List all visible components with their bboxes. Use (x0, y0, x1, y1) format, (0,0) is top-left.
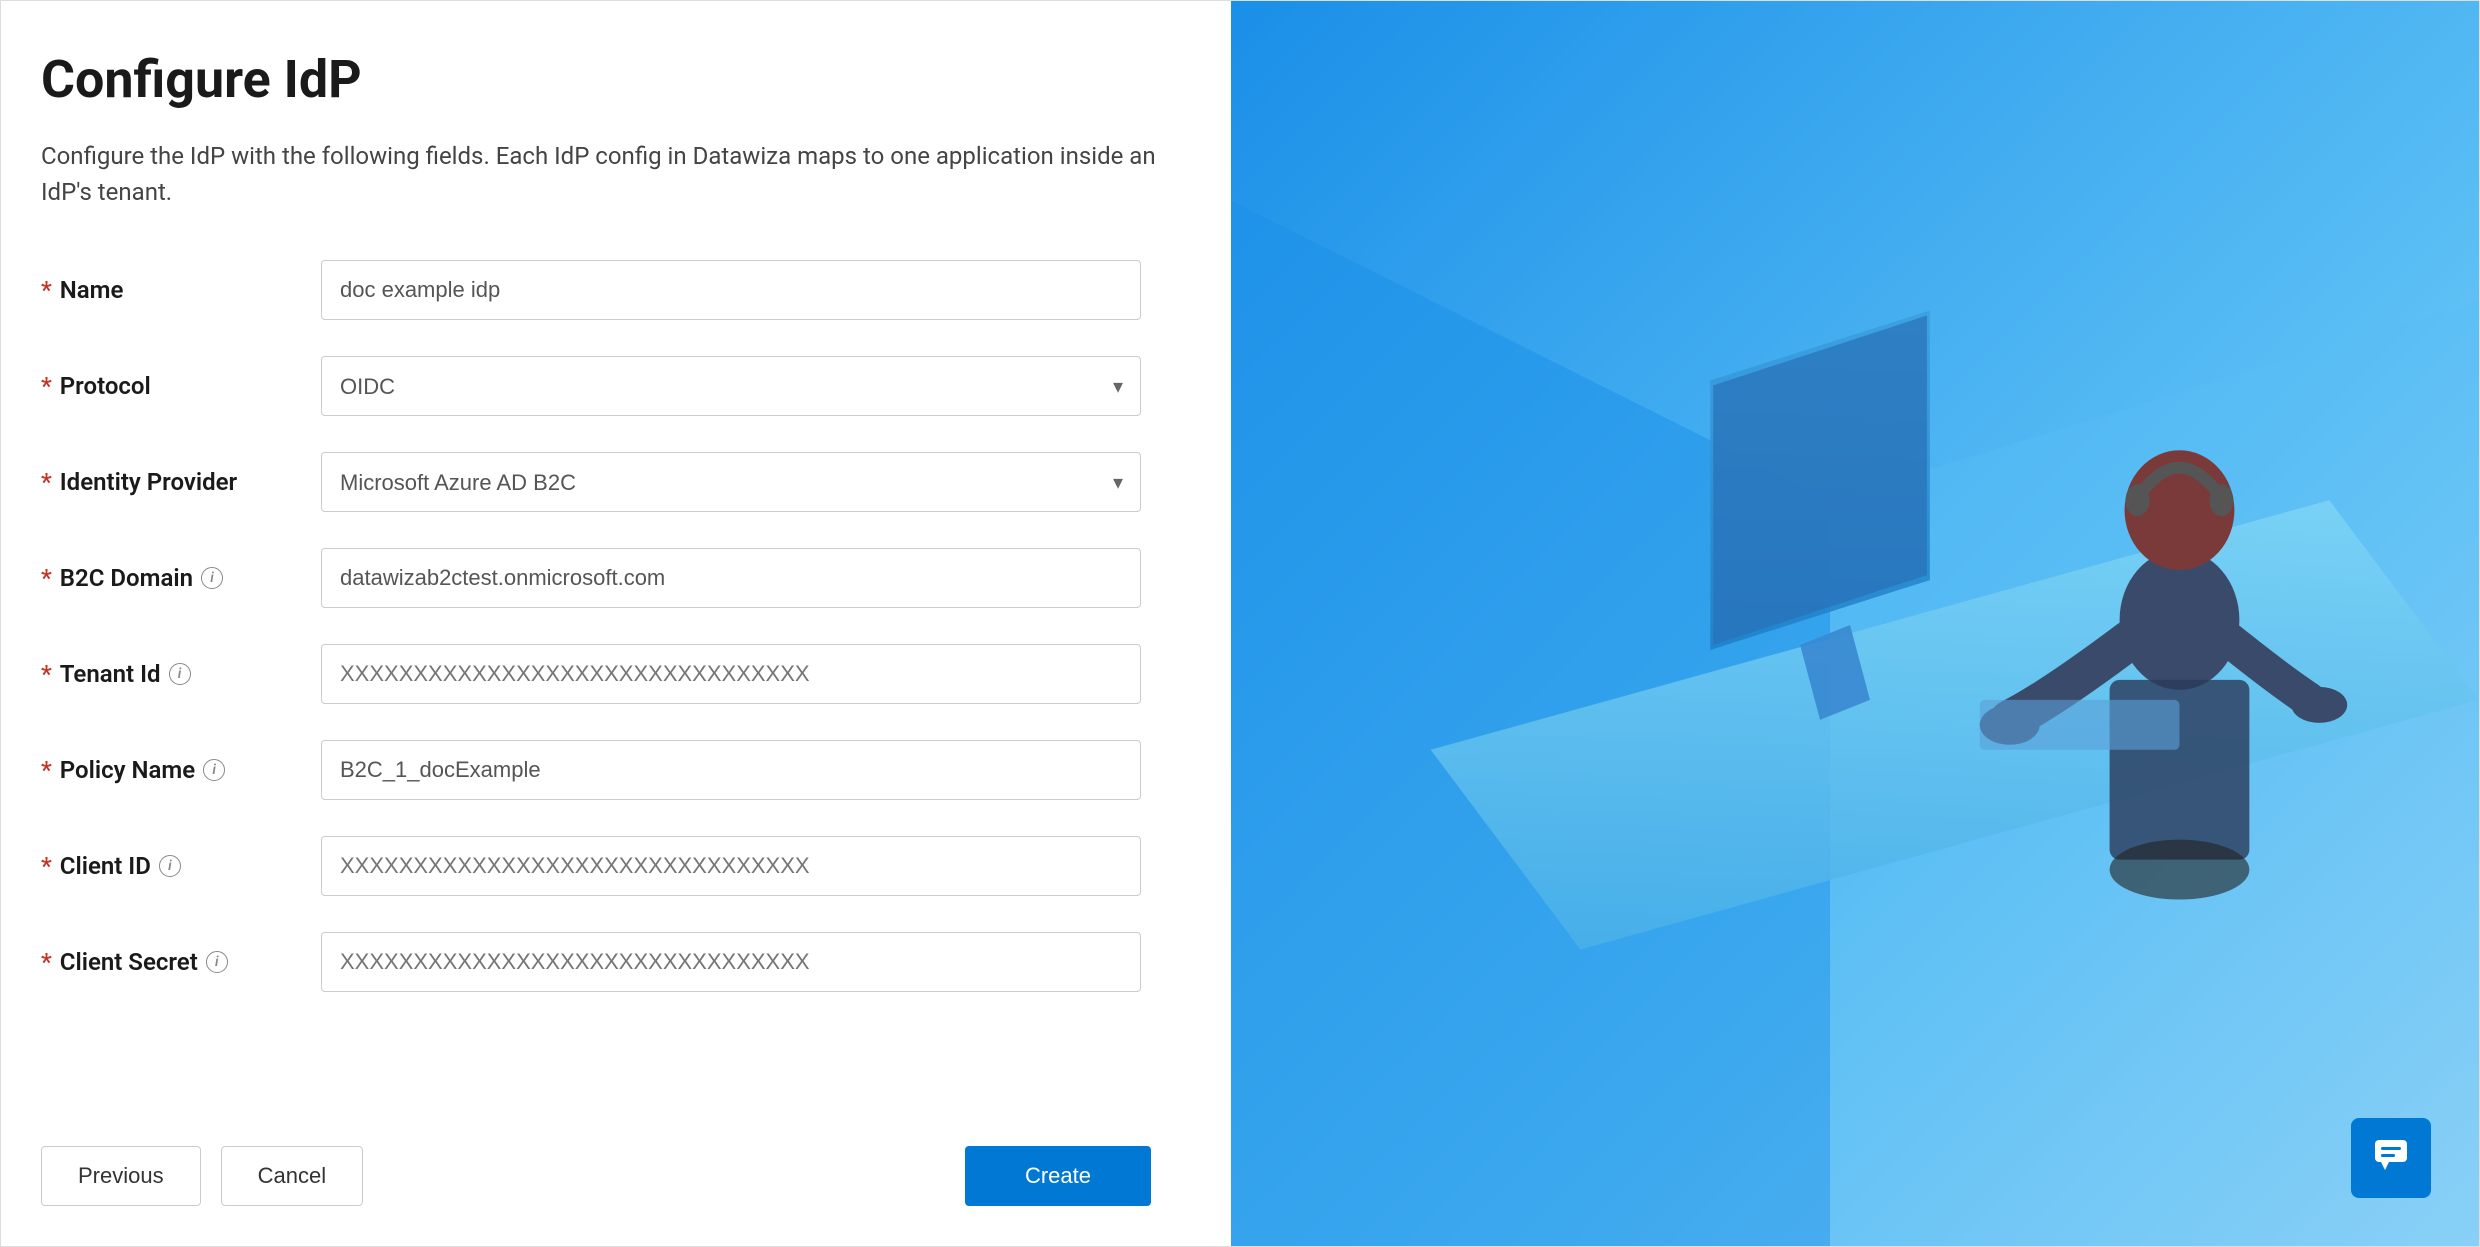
previous-button[interactable]: Previous (41, 1146, 201, 1206)
policy-name-label: * Policy Name i (41, 756, 321, 784)
client-secret-required: * (41, 948, 52, 976)
b2c-domain-required: * (41, 564, 52, 592)
policy-name-required: * (41, 756, 52, 784)
client-id-input[interactable] (321, 836, 1141, 896)
page-title: Configure IdP (41, 49, 1171, 110)
name-required: * (41, 276, 52, 304)
chat-fab-button[interactable] (2351, 1118, 2431, 1198)
name-input[interactable] (321, 260, 1141, 320)
form-actions: Previous Cancel Create (41, 1146, 1171, 1206)
b2c-domain-info-icon[interactable]: i (201, 567, 223, 589)
client-id-required: * (41, 852, 52, 880)
identity-provider-label: * Identity Provider (41, 468, 321, 496)
illustration-svg (1231, 1, 2479, 1246)
illustration-panel (1231, 1, 2479, 1246)
policy-name-field-wrapper (321, 740, 1141, 800)
client-id-row: * Client ID i (41, 836, 1171, 896)
protocol-select[interactable]: OIDC SAML (321, 356, 1141, 416)
create-button[interactable]: Create (965, 1146, 1151, 1206)
tenant-id-info-icon[interactable]: i (169, 663, 191, 685)
client-id-info-icon[interactable]: i (159, 855, 181, 877)
b2c-domain-row: * B2C Domain i (41, 548, 1171, 608)
identity-provider-required: * (41, 468, 52, 496)
b2c-domain-input[interactable] (321, 548, 1141, 608)
tenant-id-input[interactable] (321, 644, 1141, 704)
client-id-label: * Client ID i (41, 852, 321, 880)
tenant-id-field-wrapper (321, 644, 1141, 704)
protocol-field-wrapper: OIDC SAML ▾ (321, 356, 1141, 416)
policy-name-info-icon[interactable]: i (203, 759, 225, 781)
identity-provider-select[interactable]: Microsoft Azure AD B2C Okta Azure AD Aut… (321, 452, 1141, 512)
identity-provider-row: * Identity Provider Microsoft Azure AD B… (41, 452, 1171, 512)
tenant-id-row: * Tenant Id i (41, 644, 1171, 704)
page-description: Configure the IdP with the following fie… (41, 138, 1171, 210)
tenant-id-label: * Tenant Id i (41, 660, 321, 688)
policy-name-row: * Policy Name i (41, 740, 1171, 800)
policy-name-input[interactable] (321, 740, 1141, 800)
client-secret-input[interactable] (321, 932, 1141, 992)
client-secret-label: * Client Secret i (41, 948, 321, 976)
b2c-domain-field-wrapper (321, 548, 1141, 608)
protocol-row: * Protocol OIDC SAML ▾ (41, 356, 1171, 416)
name-label: * Name (41, 276, 321, 304)
tenant-id-required: * (41, 660, 52, 688)
form-panel: Configure IdP Configure the IdP with the… (1, 1, 1231, 1246)
name-row: * Name (41, 260, 1171, 320)
chat-icon (2371, 1134, 2411, 1183)
client-secret-row: * Client Secret i (41, 932, 1171, 992)
protocol-label: * Protocol (41, 372, 321, 400)
client-secret-field-wrapper (321, 932, 1141, 992)
protocol-required: * (41, 372, 52, 400)
client-secret-info-icon[interactable]: i (206, 951, 228, 973)
b2c-domain-label: * B2C Domain i (41, 564, 321, 592)
form-rows: * Name * Protocol OIDC SAML (41, 260, 1171, 1126)
name-field-wrapper (321, 260, 1141, 320)
identity-provider-field-wrapper: Microsoft Azure AD B2C Okta Azure AD Aut… (321, 452, 1141, 512)
cancel-button[interactable]: Cancel (221, 1146, 363, 1206)
client-id-field-wrapper (321, 836, 1141, 896)
